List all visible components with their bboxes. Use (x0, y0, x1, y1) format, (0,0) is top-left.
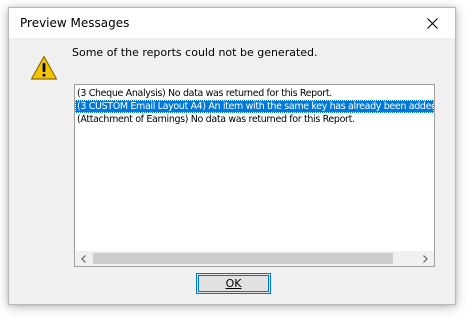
scroll-left-button[interactable] (75, 251, 92, 266)
chevron-right-icon (423, 254, 428, 263)
warning-icon (30, 55, 58, 80)
list-item[interactable]: (Attachment of Earnings) No data was ret… (75, 113, 434, 126)
message-text: Some of the reports could not be generat… (72, 46, 318, 59)
preview-messages-dialog: Preview Messages Some of the reports cou… (8, 7, 456, 305)
close-icon (426, 17, 438, 29)
list-item-selected[interactable]: (3 CUSTOM Email Layout A4) An item with … (75, 100, 434, 113)
close-button[interactable] (409, 8, 455, 38)
ok-button-label: OK (225, 277, 242, 290)
screen-background: Preview Messages Some of the reports cou… (0, 0, 474, 322)
scrollbar-thumb[interactable] (93, 253, 393, 264)
title-bar[interactable]: Preview Messages (9, 8, 455, 38)
horizontal-scrollbar[interactable] (75, 251, 434, 266)
scroll-right-button[interactable] (417, 251, 434, 266)
messages-listbox[interactable]: (3 Cheque Analysis) No data was returned… (74, 84, 435, 267)
window-title: Preview Messages (20, 16, 130, 30)
chevron-left-icon (81, 254, 86, 263)
list-items: (3 Cheque Analysis) No data was returned… (75, 87, 434, 126)
list-item[interactable]: (3 Cheque Analysis) No data was returned… (75, 87, 434, 100)
ok-button[interactable]: OK (196, 273, 271, 294)
